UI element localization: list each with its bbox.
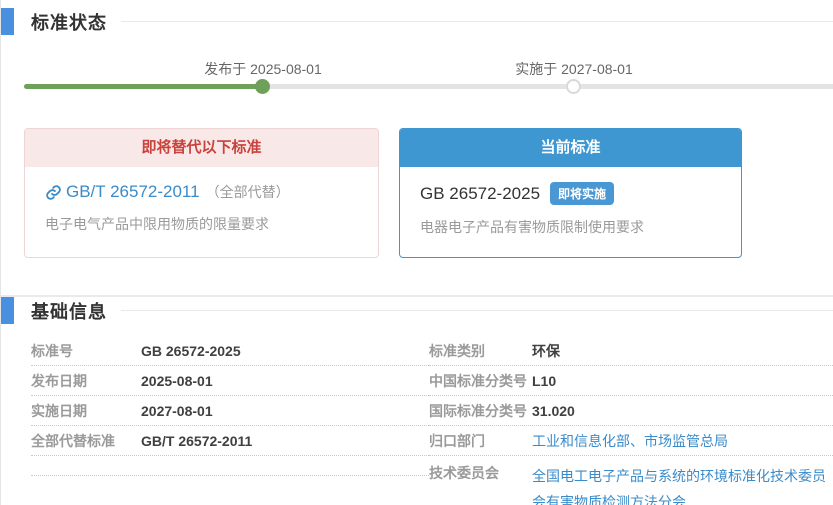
current-standard-description: 电器电子产品有害物质限制使用要求: [420, 217, 721, 237]
row-value: L10: [532, 373, 556, 389]
table-row: 实施日期 2027-08-01: [31, 396, 429, 426]
status-cards: 即将替代以下标准 GB/T 26572-2011 （全部代替） 电子电气产品中限…: [24, 128, 833, 258]
table-row: 归口部门 工业和信息化部、市场监管总局: [429, 426, 833, 456]
timeline-implemented-dot: [566, 79, 581, 94]
department-link[interactable]: 工业和信息化部、市场监管总局: [532, 428, 728, 454]
basic-info-section-title: 基础信息: [31, 298, 107, 324]
timeline-published-dot: [255, 79, 270, 94]
row-value: 环保: [532, 341, 560, 361]
table-row: 全部代替标准 GB/T 26572-2011: [31, 426, 429, 456]
timeline-progress: [24, 84, 263, 89]
table-row: 中国标准分类号 L10: [429, 366, 833, 396]
row-value: 2025-08-01: [141, 373, 213, 389]
standard-detail-page: 标准状态 发布于 2025-08-01 实施于 2027-08-01 即将替代以…: [0, 0, 833, 505]
row-label: 标准号: [31, 341, 141, 361]
current-standard-card: 当前标准 GB 26572-2025 即将实施 电器电子产品有害物质限制使用要求: [399, 128, 742, 258]
table-row: 技术委员会 全国电工电子产品与系统的环境标准化技术委员会有害物质检测方法分会: [429, 456, 833, 505]
timeline-published-label: 发布于 2025-08-01: [204, 59, 322, 79]
section-accent-bar: [1, 297, 14, 324]
table-row: 标准类别 环保: [429, 336, 833, 366]
replaced-standard-link[interactable]: GB/T 26572-2011: [66, 182, 200, 202]
basic-info-section-header: 基础信息: [1, 297, 833, 324]
section-accent-bar: [1, 8, 14, 35]
basic-info-left-column: 标准号 GB 26572-2025 发布日期 2025-08-01 实施日期 2…: [31, 336, 429, 505]
row-label: 全部代替标准: [31, 431, 141, 451]
status-section-title: 标准状态: [31, 9, 107, 35]
replaced-standard-card: 即将替代以下标准 GB/T 26572-2011 （全部代替） 电子电气产品中限…: [24, 128, 379, 258]
current-card-body: GB 26572-2025 即将实施 电器电子产品有害物质限制使用要求: [400, 167, 741, 252]
row-label: 国际标准分类号: [429, 401, 532, 421]
status-section-header: 标准状态: [1, 0, 833, 35]
row-value: 31.020: [532, 403, 575, 419]
timeline-implemented-label: 实施于 2027-08-01: [515, 59, 633, 79]
replaced-card-body: GB/T 26572-2011 （全部代替） 电子电气产品中限用物质的限量要求: [25, 167, 378, 249]
link-icon: [45, 184, 62, 201]
row-label: 实施日期: [31, 401, 141, 421]
row-label: 标准类别: [429, 341, 532, 361]
table-row: 发布日期 2025-08-01: [31, 366, 429, 396]
row-value: GB/T 26572-2011: [141, 433, 252, 449]
row-value: GB 26572-2025: [141, 343, 241, 359]
row-label: 技术委员会: [429, 463, 532, 483]
current-card-header: 当前标准: [400, 129, 741, 167]
table-row: 国际标准分类号 31.020: [429, 396, 833, 426]
current-standard-code: GB 26572-2025: [420, 184, 540, 204]
basic-info-table: 标准号 GB 26572-2025 发布日期 2025-08-01 实施日期 2…: [1, 336, 833, 505]
replaced-standard-description: 电子电气产品中限用物质的限量要求: [45, 214, 358, 234]
status-badge: 即将实施: [550, 182, 614, 205]
basic-info-right-column: 标准类别 环保 中国标准分类号 L10 国际标准分类号 31.020 归口部门 …: [429, 336, 833, 505]
standard-timeline: 发布于 2025-08-01 实施于 2027-08-01: [1, 59, 833, 119]
row-label: 发布日期: [31, 371, 141, 391]
row-label: 中国标准分类号: [429, 371, 532, 391]
section-rule: [121, 21, 833, 22]
technical-committee-link[interactable]: 全国电工电子产品与系统的环境标准化技术委员会有害物质检测方法分会: [532, 463, 833, 505]
replaced-card-header: 即将替代以下标准: [25, 129, 378, 167]
replace-note: （全部代替）: [206, 182, 290, 202]
section-rule: [121, 310, 833, 311]
table-row-empty: [31, 456, 429, 476]
row-label: 归口部门: [429, 431, 532, 451]
table-row: 标准号 GB 26572-2025: [31, 336, 429, 366]
row-value: 2027-08-01: [141, 403, 213, 419]
